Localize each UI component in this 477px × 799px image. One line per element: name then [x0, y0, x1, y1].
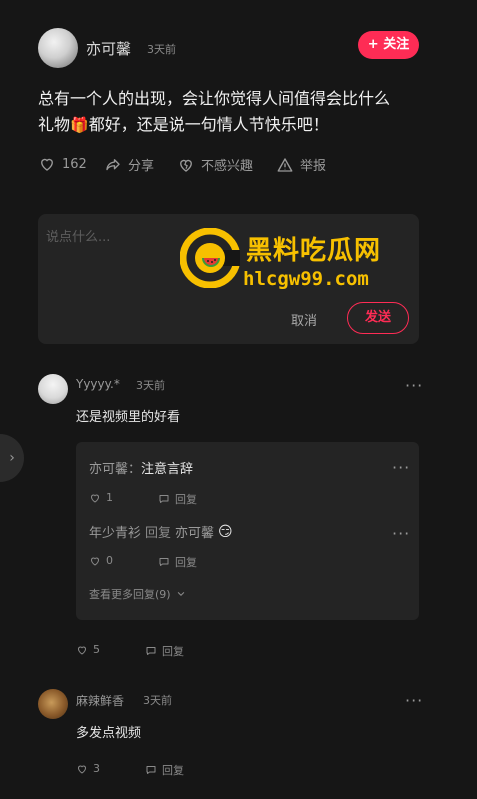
- reply-like-action[interactable]: 1: [89, 491, 113, 504]
- comment-like-count: 3: [93, 762, 100, 775]
- cancel-button[interactable]: 取消: [291, 310, 317, 329]
- comment-author[interactable]: 麻辣鲜香: [76, 692, 124, 709]
- heart-icon: [76, 763, 88, 775]
- share-label: 分享: [128, 159, 155, 174]
- view-more-replies[interactable]: 查看更多回复(9): [89, 586, 186, 602]
- comment-more-button[interactable]: ···: [405, 376, 423, 395]
- comment-more-button[interactable]: ···: [405, 691, 423, 710]
- reply-author[interactable]: 亦可馨：: [89, 462, 141, 477]
- reply-emoji: 😏: [218, 523, 233, 540]
- reply-text: 注意言辞: [141, 462, 194, 477]
- post-content: 总有一个人的出现，会让你觉得人间值得会比什么 礼物🎁都好，还是说一句情人节快乐吧…: [38, 86, 438, 138]
- send-button[interactable]: 发送: [347, 302, 409, 334]
- reply-reply-action[interactable]: 回复: [158, 491, 197, 507]
- comment-avatar[interactable]: [38, 689, 68, 719]
- chevron-down-icon: [176, 589, 186, 599]
- replies-box: 亦可馨：注意言辞 ··· 1 回复 年少青衫 回复 亦可馨 😏 ··· 0 回复…: [76, 442, 419, 620]
- comment-icon: [158, 493, 170, 505]
- author-avatar[interactable]: [38, 28, 78, 68]
- comment-reply-label: 回复: [162, 645, 184, 658]
- comment-text: 还是视频里的好看: [76, 410, 181, 425]
- comment-time: 3天前: [136, 379, 165, 392]
- post-text-line1: 总有一个人的出现，会让你觉得人间值得会比什么: [38, 89, 391, 108]
- gift-emoji: 🎁: [70, 116, 89, 134]
- not-interested-label: 不感兴趣: [201, 159, 254, 174]
- reply-row: 年少青衫 回复 亦可馨 😏: [89, 522, 233, 542]
- watermark-logo: [179, 227, 242, 289]
- reply-row: 亦可馨：注意言辞: [89, 458, 193, 477]
- reply-like-count: 0: [106, 554, 113, 567]
- like-action[interactable]: 162: [38, 155, 87, 173]
- comment-icon: [145, 764, 157, 776]
- not-interested-action[interactable]: 不感兴趣: [177, 155, 253, 174]
- comment-icon: [158, 556, 170, 568]
- report-action[interactable]: 举报: [276, 155, 326, 174]
- like-count: 162: [62, 156, 87, 172]
- comment-text: 多发点视频: [76, 726, 142, 741]
- heart-icon: [89, 492, 101, 504]
- share-action[interactable]: 分享: [104, 155, 154, 174]
- reply-like-action[interactable]: 0: [89, 554, 113, 567]
- follow-button[interactable]: + 关注: [358, 31, 419, 59]
- comment-time: 3天前: [143, 694, 172, 707]
- view-more-replies-label: 查看更多回复(9): [89, 588, 171, 601]
- heart-icon: [76, 644, 88, 656]
- broken-heart-icon: [177, 156, 195, 174]
- reply-reply-label: 回复: [175, 493, 197, 506]
- reply-mid: 回复: [145, 526, 172, 541]
- reply-reply-action[interactable]: 回复: [158, 554, 197, 570]
- comment-like-count: 5: [93, 643, 100, 656]
- post-text-line2: 礼物🎁都好，还是说一句情人节快乐吧！: [38, 112, 438, 138]
- comment-reply-label: 回复: [162, 764, 184, 777]
- author-name[interactable]: 亦可馨: [86, 38, 131, 59]
- heart-icon: [89, 555, 101, 567]
- watermark-title: 黑料吃瓜网: [246, 236, 382, 266]
- comment-avatar[interactable]: [38, 374, 68, 404]
- reply-target[interactable]: 亦可馨: [175, 522, 214, 541]
- share-icon: [104, 156, 122, 174]
- watermark-url: hlcgw99.com: [243, 268, 369, 290]
- reply-reply-label: 回复: [175, 556, 197, 569]
- post-time: 3天前: [147, 43, 176, 56]
- reply-like-count: 1: [106, 491, 113, 504]
- report-label: 举报: [300, 159, 327, 174]
- comment-like-action[interactable]: 3: [76, 762, 100, 775]
- warning-icon: [276, 156, 294, 174]
- post-text-line2-rest: 都好，还是说一句情人节快乐吧！: [88, 115, 329, 134]
- comment-like-action[interactable]: 5: [76, 643, 100, 656]
- comment-reply-action[interactable]: 回复: [145, 762, 184, 778]
- comment-icon: [145, 645, 157, 657]
- side-panel-toggle[interactable]: ›: [0, 434, 24, 482]
- reply-more-button[interactable]: ···: [392, 524, 410, 543]
- reply-more-button[interactable]: ···: [392, 458, 410, 477]
- reply-author[interactable]: 年少青衫: [89, 522, 141, 541]
- heart-icon: [38, 155, 56, 173]
- post-text-gift-word: 礼物: [38, 115, 71, 134]
- comment-reply-action[interactable]: 回复: [145, 643, 184, 659]
- comment-author[interactable]: Yyyyy.*: [76, 377, 120, 391]
